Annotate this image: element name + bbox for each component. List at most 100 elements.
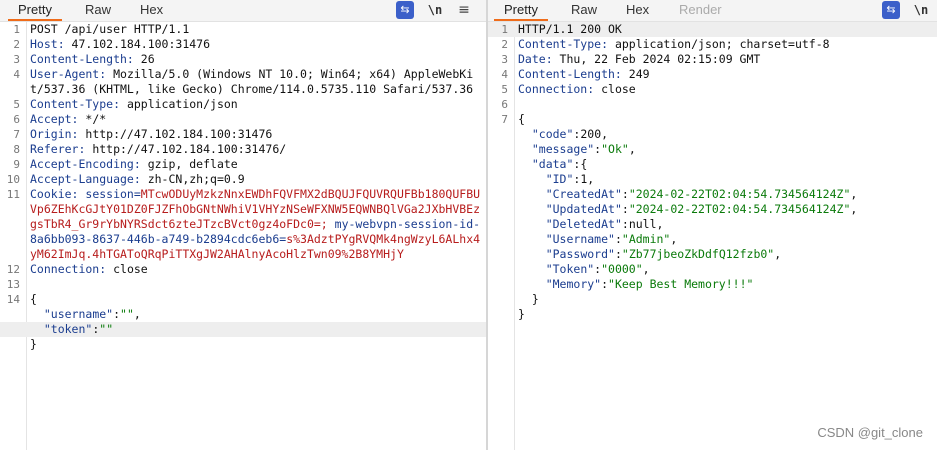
wrap-lines-icon[interactable]: ⇆ <box>396 1 414 19</box>
line-number: 11 <box>6 188 20 201</box>
line-number: 4 <box>501 68 508 81</box>
code-text: Content-Type: application/json; charset=… <box>518 37 937 52</box>
header-name: Accept-Encoding: <box>30 157 141 171</box>
code-text: POST /api/user HTTP/1.1 <box>30 22 486 37</box>
line-number: 10 <box>6 173 20 186</box>
json-key: "Memory" <box>518 277 602 291</box>
code-line: 4 User-Agent: Mozilla/5.0 (Windows NT 10.… <box>0 67 486 97</box>
code-line: } <box>0 337 486 352</box>
header-value: */* <box>78 112 107 126</box>
json-punct: : <box>621 217 629 231</box>
json-punct: , <box>850 187 858 201</box>
json-key: "message" <box>518 142 595 156</box>
line-number: 2 <box>501 38 508 51</box>
code-text: Host: 47.102.184.100:31476 <box>30 37 486 52</box>
json-value: 200 <box>580 127 602 141</box>
code-text: User-Agent: Mozilla/5.0 (Windows NT 10.0… <box>30 67 486 97</box>
code-text: "UpdatedAt":"2024-02-22T02:04:54.7345641… <box>518 202 937 217</box>
code-line: "DeletedAt":null, <box>488 217 937 232</box>
response-tab-render[interactable]: Render <box>669 0 732 21</box>
code-text: "DeletedAt":null, <box>518 217 937 232</box>
code-line: 12 Connection: close <box>0 262 486 277</box>
header-value: 26 <box>133 52 155 66</box>
json-punct: : <box>113 307 121 321</box>
json-key: "username" <box>30 307 114 321</box>
response-tab-pretty[interactable]: Pretty <box>494 0 548 21</box>
code-text: Referer: http://47.102.184.100:31476/ <box>30 142 486 157</box>
code-line: "Memory":"Keep Best Memory!!!" <box>488 277 937 292</box>
line-text: HTTP/1.1 200 OK <box>518 22 622 36</box>
json-key: "code" <box>518 127 574 141</box>
line-number: 1 <box>501 23 508 36</box>
line-number: 6 <box>501 98 508 111</box>
code-line: 10 Accept-Language: zh-CN,zh;q=0.9 <box>0 172 486 187</box>
header-value: http://47.102.184.100:31476 <box>78 127 273 141</box>
code-line: "username":"", <box>0 307 486 322</box>
response-tab-hex[interactable]: Hex <box>616 0 659 21</box>
code-line: 6 <box>488 97 937 112</box>
json-string: "Zb77jbeoZkDdfQ12fzb0" <box>621 247 775 261</box>
code-text: HTTP/1.1 200 OK <box>518 22 937 37</box>
line-text: } <box>518 292 539 306</box>
code-text: "ID":1, <box>518 172 937 187</box>
header-value: gzip, deflate <box>140 157 238 171</box>
header-value: application/json; charset=utf-8 <box>608 37 830 51</box>
line-number: 3 <box>13 53 20 66</box>
line-number: 14 <box>6 293 20 306</box>
json-string: "0000" <box>601 262 643 276</box>
json-key: "Password" <box>518 247 615 261</box>
code-line: "UpdatedAt":"2024-02-22T02:04:54.7345641… <box>488 202 937 217</box>
code-line: 9 Accept-Encoding: gzip, deflate <box>0 157 486 172</box>
code-line: "Token":"0000", <box>488 262 937 277</box>
request-tab-pretty[interactable]: Pretty <box>8 0 62 21</box>
json-value: null <box>628 217 657 231</box>
header-value: http://47.102.184.100:31476/ <box>85 142 287 156</box>
json-key: "DeletedAt" <box>518 217 622 231</box>
code-line: 1 POST /api/user HTTP/1.1 <box>0 22 486 37</box>
header-value: close <box>106 262 148 276</box>
code-line: "CreatedAt":"2024-02-22T02:04:54.7345641… <box>488 187 937 202</box>
code-line: "code":200, <box>488 127 937 142</box>
show-newlines-icon[interactable]: \n <box>911 1 931 19</box>
code-text: { <box>518 112 937 127</box>
response-pane: Pretty Raw Hex Render ⇆ \n 1 HTTP/1.1 200… <box>488 0 937 450</box>
header-name: Content-Type: <box>30 97 121 111</box>
response-editor[interactable]: 1 HTTP/1.1 200 OK 2 Content-Type: applicati… <box>488 22 937 450</box>
line-text: { <box>518 112 525 126</box>
request-pane: Pretty Raw Hex ⇆ \n ≡ 1 POST /api/user HT… <box>0 0 486 450</box>
response-tabbar: Pretty Raw Hex Render ⇆ \n <box>488 0 937 22</box>
code-line: 1 HTTP/1.1 200 OK <box>488 22 937 37</box>
code-line: "Password":"Zb77jbeoZkDdfQ12fzb0", <box>488 247 937 262</box>
json-string: "2024-02-22T02:04:54.734564124Z" <box>628 187 851 201</box>
response-tab-raw[interactable]: Raw <box>561 0 607 21</box>
request-editor[interactable]: 1 POST /api/user HTTP/1.1 2 Host: 47.102.18… <box>0 22 486 450</box>
json-punct: , <box>587 172 595 186</box>
code-text: "data":{ <box>518 157 937 172</box>
wrap-lines-icon[interactable]: ⇆ <box>882 1 900 19</box>
json-punct: , <box>601 127 609 141</box>
json-string: "Keep Best Memory!!!" <box>608 277 754 291</box>
code-line: 2 Content-Type: application/json; charset… <box>488 37 937 52</box>
show-newlines-icon[interactable]: \n <box>425 1 445 19</box>
code-text: Accept-Encoding: gzip, deflate <box>30 157 486 172</box>
code-line: } <box>488 292 937 307</box>
code-text: Connection: close <box>518 82 937 97</box>
request-tab-raw[interactable]: Raw <box>75 0 121 21</box>
code-line: 3 Content-Length: 26 <box>0 52 486 67</box>
request-tabbar: Pretty Raw Hex ⇆ \n ≡ <box>0 0 486 22</box>
line-number: 7 <box>501 113 508 126</box>
json-key: "CreatedAt" <box>518 187 622 201</box>
code-line: "data":{ <box>488 157 937 172</box>
code-line: 2 Host: 47.102.184.100:31476 <box>0 37 486 52</box>
json-string: "2024-02-22T02:04:54.734564124Z" <box>628 202 851 216</box>
json-key: "UpdatedAt" <box>518 202 622 216</box>
code-text: "token":"" <box>30 322 486 337</box>
line-number: 3 <box>501 53 508 66</box>
json-string: "" <box>120 307 134 321</box>
json-string: "Ok" <box>601 142 629 156</box>
request-tab-hex[interactable]: Hex <box>130 0 173 21</box>
line-text: { <box>30 292 37 306</box>
menu-icon[interactable]: ≡ <box>456 1 472 19</box>
code-text: "CreatedAt":"2024-02-22T02:04:54.7345641… <box>518 187 937 202</box>
code-line: 6 Accept: */* <box>0 112 486 127</box>
